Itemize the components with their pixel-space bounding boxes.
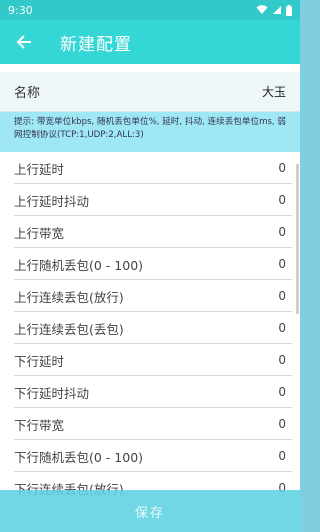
battery-icon xyxy=(286,4,292,16)
param-value[interactable]: 0 xyxy=(278,321,286,335)
scrollbar[interactable] xyxy=(296,164,299,524)
hint-text: 提示: 带宽单位kbps, 随机丢包单位%, 延时, 抖动, 连续丢包单位ms,… xyxy=(0,112,300,152)
param-value[interactable]: 0 xyxy=(278,289,286,303)
param-row[interactable]: 下行延时 0 xyxy=(0,344,300,376)
arrow-left-icon xyxy=(16,35,31,49)
status-bar: 9:30 xyxy=(0,0,300,20)
name-field[interactable]: 名称 大玉 xyxy=(0,72,300,112)
param-row[interactable]: 下行带宽 0 xyxy=(0,408,300,440)
config-form: 名称 大玉 提示: 带宽单位kbps, 随机丢包单位%, 延时, 抖动, 连续丢… xyxy=(0,64,300,532)
scrollbar-thumb[interactable] xyxy=(296,164,299,314)
param-label: 上行延时 xyxy=(14,161,65,177)
param-row[interactable]: 下行随机丢包(0 - 100) 0 xyxy=(0,440,300,472)
param-label: 下行延时抖动 xyxy=(14,385,90,401)
param-row[interactable]: 上行带宽 0 xyxy=(0,216,300,248)
signal-icon xyxy=(273,6,281,14)
param-row[interactable]: 上行连续丢包(丢包) 0 xyxy=(0,312,300,344)
param-value[interactable]: 0 xyxy=(278,385,286,399)
page-title: 新建配置 xyxy=(60,34,132,55)
param-value[interactable]: 0 xyxy=(278,449,286,463)
app-toolbar: 新建配置 xyxy=(0,20,300,64)
param-label: 下行延时 xyxy=(14,353,65,369)
save-button-label: 保存 xyxy=(134,505,165,521)
param-label: 上行连续丢包(放行) xyxy=(14,289,124,305)
parameter-list: 上行延时 0 上行延时抖动 0 上行带宽 0 上行随机丢包(0 - 100) 0… xyxy=(0,152,300,504)
save-button[interactable]: 保存 xyxy=(0,490,300,532)
name-value[interactable]: 大玉 xyxy=(262,83,286,100)
param-value[interactable]: 0 xyxy=(278,257,286,271)
name-label: 名称 xyxy=(14,86,41,101)
param-row[interactable]: 上行随机丢包(0 - 100) 0 xyxy=(0,248,300,280)
param-label: 上行延时抖动 xyxy=(14,193,90,209)
param-value[interactable]: 0 xyxy=(278,225,286,239)
param-label: 上行带宽 xyxy=(14,225,65,241)
param-label: 上行随机丢包(0 - 100) xyxy=(14,257,144,273)
param-row[interactable]: 上行连续丢包(放行) 0 xyxy=(0,280,300,312)
wifi-icon xyxy=(256,5,268,14)
status-icons xyxy=(256,4,292,16)
param-label: 上行连续丢包(丢包) xyxy=(14,321,124,337)
param-row[interactable]: 上行延时抖动 0 xyxy=(0,184,300,216)
param-value[interactable]: 0 xyxy=(278,353,286,367)
param-row[interactable]: 上行延时 0 xyxy=(0,152,300,184)
status-time: 9:30 xyxy=(8,3,33,17)
param-label: 下行带宽 xyxy=(14,417,65,433)
param-value[interactable]: 0 xyxy=(278,193,286,207)
param-label: 下行随机丢包(0 - 100) xyxy=(14,449,144,465)
back-button[interactable] xyxy=(2,20,46,64)
param-value[interactable]: 0 xyxy=(278,161,286,175)
param-row[interactable]: 下行延时抖动 0 xyxy=(0,376,300,408)
param-value[interactable]: 0 xyxy=(278,417,286,431)
